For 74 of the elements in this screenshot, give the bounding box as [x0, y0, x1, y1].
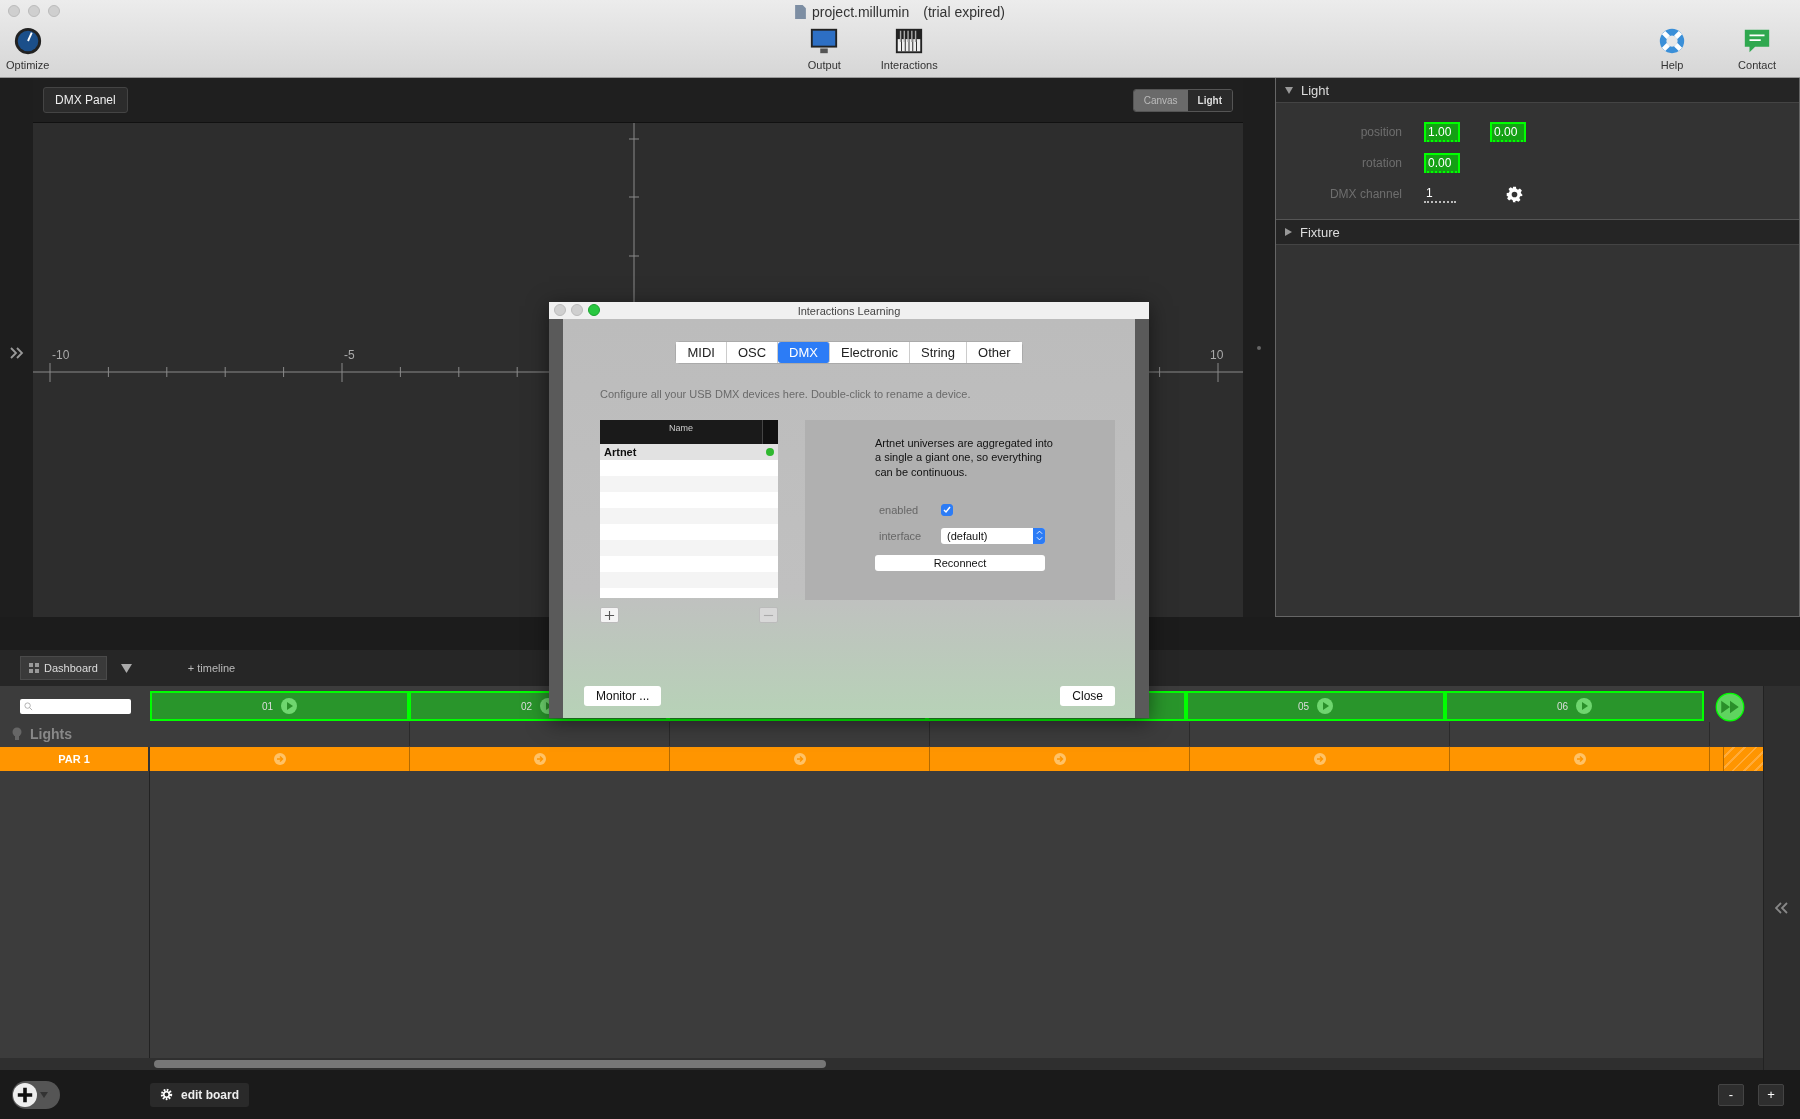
plus-icon — [604, 609, 615, 621]
toolbar-button[interactable]: Output — [807, 25, 841, 71]
enabled-checkbox[interactable] — [941, 503, 953, 516]
reconnect-button[interactable]: Reconnect — [875, 554, 1045, 571]
panel-button[interactable]: DMX Panel — [43, 87, 128, 113]
zoom-out-button[interactable]: - — [1718, 1083, 1744, 1106]
add-device-button[interactable] — [600, 607, 619, 623]
dialog-tab[interactable]: DMX — [778, 342, 830, 363]
axis-label: -5 — [344, 348, 355, 362]
device-row[interactable]: Artnet — [600, 444, 778, 460]
settings-icon[interactable] — [1506, 185, 1523, 203]
plus-icon — [13, 1082, 37, 1107]
fast-forward-icon[interactable] — [1715, 691, 1745, 722]
property-label: DMX channel — [1328, 187, 1402, 201]
arrow-icon[interactable] — [1313, 753, 1326, 765]
caret-icon — [40, 1091, 48, 1098]
monitor-button[interactable]: Monitor ... — [584, 686, 662, 706]
property-label: position — [1359, 125, 1402, 139]
add-layer-button[interactable] — [12, 1080, 60, 1109]
info-text: Artnet universes are aggregated into a single a giant one, so everything can be continuous. — [875, 436, 1053, 479]
play-icon[interactable] — [1576, 698, 1593, 714]
dialog-title: Interactions Learning — [797, 304, 901, 317]
description-text: Configure all your USB DMX devices here. Double-click to rename a device. — [600, 388, 972, 400]
zoom-button[interactable] — [48, 5, 60, 17]
toolbar-button[interactable]: Interactions — [880, 25, 938, 71]
value-field[interactable]: 1 — [1424, 185, 1456, 203]
toolbar-button[interactable]: Contact — [1738, 25, 1776, 71]
toolbar-button[interactable]: Help — [1656, 25, 1689, 71]
dialog-tab[interactable]: MIDI — [676, 342, 727, 363]
remove-device-button[interactable] — [759, 607, 778, 623]
close-dialog-button[interactable]: Close — [1060, 686, 1115, 706]
expand-icon[interactable] — [9, 346, 24, 359]
section-header[interactable]: Fixture — [1276, 220, 1799, 245]
toolbar-button[interactable]: Optimize — [6, 25, 50, 71]
close-button[interactable] — [8, 5, 20, 17]
search-field[interactable] — [20, 699, 131, 714]
add-timeline-button[interactable]: + timeline — [181, 661, 242, 675]
arrow-icon[interactable] — [793, 753, 806, 765]
field-label: interface — [878, 529, 923, 542]
arrow-icon[interactable] — [273, 753, 286, 765]
interface-dropdown[interactable]: (default) — [941, 527, 1045, 544]
collapse-icon[interactable] — [1775, 902, 1789, 914]
property-label: rotation — [1360, 156, 1402, 170]
section-header[interactable]: Light — [1276, 78, 1799, 103]
document-icon — [795, 5, 806, 19]
field-label: enabled — [878, 503, 920, 516]
checkmark-icon — [942, 504, 952, 515]
scrollbar-thumb[interactable] — [154, 1060, 826, 1068]
dropdown-icon[interactable] — [120, 663, 132, 673]
grid-icon — [29, 663, 39, 673]
arrow-icon[interactable] — [1053, 753, 1066, 765]
gear-icon — [160, 1088, 173, 1101]
zoom-in-button[interactable]: + — [1758, 1083, 1784, 1106]
resize-handle[interactable] — [1257, 345, 1261, 350]
play-icon[interactable] — [281, 698, 298, 714]
window-subtitle: (trial expired) — [923, 4, 1005, 20]
layer-group-label: Lights — [30, 726, 72, 742]
arrow-icon[interactable] — [1573, 753, 1586, 765]
window-title: project.millumin — [812, 4, 910, 20]
edit-board-button[interactable]: edit board — [150, 1082, 249, 1107]
bulb-icon — [12, 727, 22, 741]
search-icon — [24, 702, 33, 711]
minimize-button[interactable] — [571, 304, 583, 316]
zoom-button[interactable] — [588, 304, 600, 316]
axis-label: -10 — [52, 348, 70, 362]
dashboard-tab[interactable]: Dashboard — [20, 656, 107, 680]
mode-tab[interactable]: Light — [1187, 89, 1232, 111]
axis-label: 10 — [1210, 348, 1224, 362]
end-marker — [1724, 747, 1763, 771]
close-button[interactable] — [554, 304, 566, 316]
arrow-icon[interactable] — [533, 753, 546, 765]
minimize-button[interactable] — [28, 5, 40, 17]
play-icon[interactable] — [1317, 698, 1334, 714]
stepper-icon — [1035, 530, 1043, 542]
